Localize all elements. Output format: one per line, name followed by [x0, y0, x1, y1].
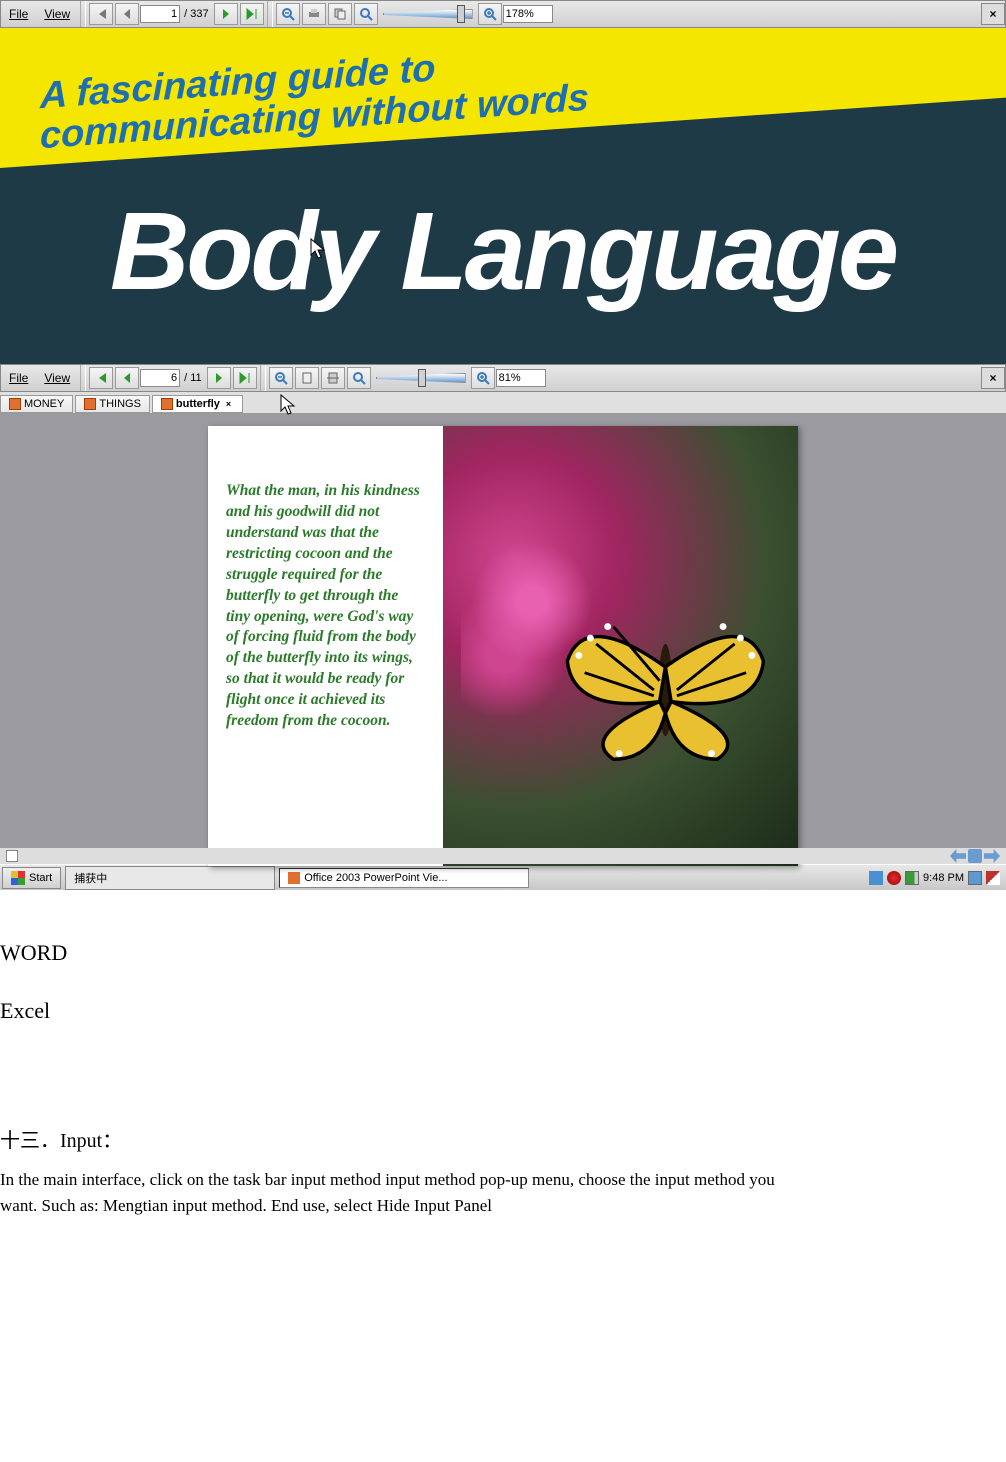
task-label: Office 2003 PowerPoint Vie...	[304, 872, 447, 884]
slide-text-region: What the man, in his kindness and his go…	[208, 426, 443, 866]
tab-label: butterfly	[176, 398, 220, 410]
file-menu[interactable]: File	[1, 368, 36, 388]
tab-close-button[interactable]: ×	[223, 399, 234, 409]
first-page-button[interactable]	[89, 3, 113, 25]
view-menu[interactable]: View	[36, 368, 78, 388]
task-powerpoint-viewer[interactable]: Office 2003 PowerPoint Vie...	[279, 868, 529, 888]
tray-app-icon[interactable]	[869, 871, 883, 885]
zoom-slider[interactable]	[383, 3, 473, 25]
print-button[interactable]	[302, 3, 326, 25]
butterfly-image	[550, 580, 781, 800]
next-slide-button[interactable]	[984, 849, 1000, 863]
close-button[interactable]: ×	[981, 3, 1005, 25]
page-total-label: / 337	[180, 8, 212, 20]
file-menu[interactable]: File	[1, 4, 36, 24]
fit-button[interactable]	[347, 367, 371, 389]
zoom-out-button[interactable]	[276, 3, 300, 25]
fit-button[interactable]	[354, 3, 378, 25]
task-capture[interactable]: 捕获中	[65, 866, 275, 890]
prev-slide-button[interactable]	[950, 849, 966, 863]
zoom-slider[interactable]	[376, 367, 466, 389]
tab-things[interactable]: THINGS	[75, 395, 150, 413]
section-13-title: 十三．Input：	[0, 1124, 1000, 1153]
page-total-label: / 11	[180, 372, 206, 384]
mouse-cursor-icon	[280, 394, 296, 416]
next-page-button[interactable]	[207, 367, 231, 389]
copy-button[interactable]	[328, 3, 352, 25]
prev-page-button[interactable]	[115, 367, 139, 389]
tab-money[interactable]: MONEY	[0, 395, 73, 413]
page-button[interactable]	[295, 367, 319, 389]
document-body: WORD Excel 十三．Input： In the main interfa…	[0, 890, 1006, 1228]
windows-flag-icon	[11, 871, 25, 885]
slide-body-text: What the man, in his kindness and his go…	[226, 481, 425, 732]
separator	[80, 1, 86, 27]
prev-page-button[interactable]	[115, 3, 139, 25]
tray-pen-icon[interactable]	[986, 871, 1000, 885]
tray-volume-icon[interactable]	[887, 871, 901, 885]
book-title: Body Language	[0, 188, 1006, 315]
section-13-body: In the main interface, click on the task…	[0, 1167, 800, 1218]
zoom-value-input[interactable]	[503, 5, 553, 23]
tab-label: THINGS	[99, 398, 141, 410]
current-slide-button[interactable]	[968, 849, 982, 863]
windows-taskbar: Start 捕获中 Office 2003 PowerPoint Vie... …	[0, 864, 1006, 890]
task-label: 捕获中	[74, 870, 107, 886]
zoom-out-button[interactable]	[269, 367, 293, 389]
mouse-cursor-icon	[310, 238, 326, 260]
heading-excel: Excel	[0, 998, 1000, 1024]
start-button[interactable]: Start	[2, 867, 61, 889]
document-tab-strip: MONEY THINGS butterfly×	[0, 392, 1006, 414]
separator	[260, 365, 266, 391]
viewer1-document-area: A fascinating guide to communicating wit…	[0, 28, 1006, 364]
separator	[267, 1, 273, 27]
slide-nav-arrows	[950, 849, 1000, 863]
view-mode-icon[interactable]	[6, 850, 18, 862]
zoom-in-button[interactable]	[478, 3, 502, 25]
tab-butterfly[interactable]: butterfly×	[152, 395, 243, 413]
last-page-button[interactable]	[233, 367, 257, 389]
start-label: Start	[29, 872, 52, 884]
page-number-input[interactable]	[140, 5, 180, 23]
fit-width-button[interactable]	[321, 367, 345, 389]
viewer2-toolbar: File View / 11 ×	[0, 364, 1006, 392]
slide-image-region	[443, 426, 798, 866]
next-page-button[interactable]	[214, 3, 238, 25]
system-tray: 9:48 PM	[863, 871, 1006, 885]
view-menu[interactable]: View	[36, 4, 78, 24]
viewer2-document-area: What the man, in his kindness and his go…	[0, 414, 1006, 864]
last-page-button[interactable]	[240, 3, 264, 25]
first-page-button[interactable]	[89, 367, 113, 389]
viewer1-toolbar: File View / 337 ×	[0, 0, 1006, 28]
slide: What the man, in his kindness and his go…	[208, 426, 798, 866]
zoom-value-input[interactable]	[496, 369, 546, 387]
ppt-icon	[288, 872, 300, 884]
viewer2-statusbar	[0, 848, 1006, 864]
separator	[80, 365, 86, 391]
tab-label: MONEY	[24, 398, 64, 410]
tray-battery-icon[interactable]	[905, 871, 919, 885]
close-button[interactable]: ×	[981, 367, 1005, 389]
ppt-icon	[9, 398, 21, 410]
tray-desktop-icon[interactable]	[968, 871, 982, 885]
page-number-input[interactable]	[140, 369, 180, 387]
ppt-icon	[84, 398, 96, 410]
zoom-in-button[interactable]	[471, 367, 495, 389]
clock[interactable]: 9:48 PM	[923, 872, 964, 884]
ppt-icon	[161, 398, 173, 410]
heading-word: WORD	[0, 940, 1000, 966]
